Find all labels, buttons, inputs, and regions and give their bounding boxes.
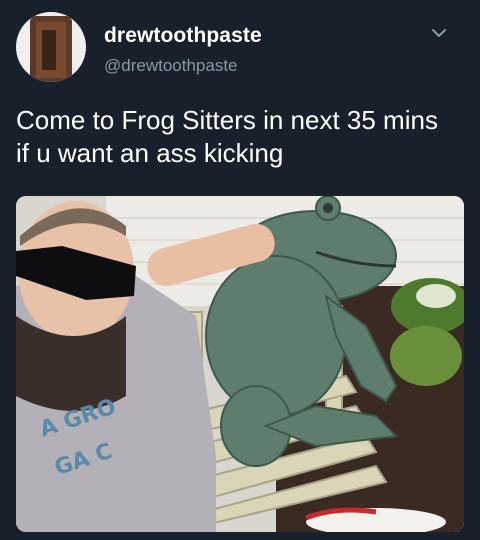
- chevron-down-icon[interactable]: [430, 26, 448, 40]
- author-display-name[interactable]: drewtoothpaste: [104, 24, 262, 48]
- tweet-text: Come to Frog Sitters in next 35 mins if …: [16, 105, 438, 168]
- avatar[interactable]: [16, 12, 86, 82]
- photo-man-with-frog-statue: A GRO GA C: [16, 196, 464, 532]
- author-handle[interactable]: @drewtoothpaste: [104, 56, 238, 76]
- avatar-image: [16, 12, 86, 82]
- tweet-card[interactable]: drewtoothpaste @drewtoothpaste Come to F…: [0, 0, 480, 540]
- tweet-photo[interactable]: A GRO GA C: [16, 196, 464, 532]
